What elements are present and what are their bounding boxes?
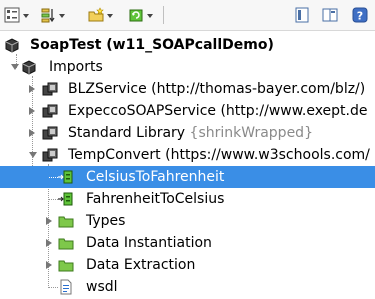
tree-row-data-instantiation[interactable]: Data Instantiation [0, 232, 375, 254]
chevron-down-icon [59, 14, 65, 18]
sort-icon [40, 7, 56, 23]
split-panel-button[interactable] [322, 6, 338, 24]
tree-label-action: FahrenheitToCelsius [86, 191, 225, 207]
tree-connector [49, 287, 58, 288]
tree-label-import: ExpeccoSOAPService (http://www.exept.de [68, 103, 368, 119]
tree-view-button[interactable] [4, 6, 29, 24]
refresh-package-button[interactable] [128, 6, 153, 24]
document-icon [58, 279, 74, 295]
split-panel-icon [322, 7, 338, 23]
package-icon [4, 37, 20, 53]
tree-label-import: BLZService (http://thomas-bayer.com/blz/… [68, 81, 366, 97]
library-package-icon [42, 81, 58, 97]
collapse-panel-icon [294, 7, 310, 23]
expand-toggle-icon[interactable] [29, 129, 35, 137]
collapse-panel-button[interactable] [294, 6, 310, 24]
tree-label-folder: Types [86, 213, 126, 229]
tree-row-imports[interactable]: Imports [0, 56, 375, 78]
folder-icon [58, 213, 74, 229]
chevron-down-icon [147, 14, 153, 18]
tree-row-wsdl[interactable]: wsdl [0, 276, 375, 298]
library-package-icon [42, 103, 58, 119]
tree-label-folder: Data Extraction [86, 257, 196, 273]
tree-row-import-blzservice[interactable]: BLZService (http://thomas-bayer.com/blz/… [0, 78, 375, 100]
tree-label-import: Standard Library {shrinkWrapped} [68, 125, 313, 141]
soap-action-icon [58, 191, 74, 207]
tree-connector [49, 177, 58, 178]
tree-row-import-expeccosoapservice[interactable]: ExpeccoSOAPService (http://www.exept.de [0, 100, 375, 122]
tree-label-file: wsdl [86, 279, 118, 295]
folder-new-button[interactable] [88, 6, 113, 24]
expand-toggle-icon[interactable] [11, 64, 19, 70]
tree-label-imports: Imports [49, 59, 103, 75]
folder-icon [58, 235, 74, 251]
tree-label-import: TempConvert (https://www.w3schools.com/ [68, 147, 370, 163]
tree-label-action: CelsiusToFahrenheit [86, 169, 225, 185]
toolbar-separator [163, 6, 164, 24]
sort-button[interactable] [40, 6, 65, 24]
toolbar: ? [0, 0, 375, 31]
soap-action-icon [58, 169, 74, 185]
library-package-icon [42, 147, 58, 163]
svg-text:?: ? [357, 10, 363, 23]
chevron-down-icon [23, 14, 29, 18]
expand-toggle-icon[interactable] [29, 85, 35, 93]
tree-row-types[interactable]: Types [0, 210, 375, 232]
expand-toggle-icon[interactable] [46, 261, 52, 269]
tree-row-celsius-to-fahrenheit[interactable]: CelsiusToFahrenheit [0, 166, 375, 188]
tree-row-import-standard-library[interactable]: Standard Library {shrinkWrapped} [0, 122, 375, 144]
tree-view-icon [4, 7, 20, 23]
shrinkwrapped-tag: {shrinkWrapped} [189, 125, 313, 141]
tree-row-root[interactable]: SoapTest (w11_SOAPcallDemo) [0, 34, 375, 56]
project-tree: SoapTest (w11_SOAPcallDemo) Imports BLZS… [0, 34, 375, 296]
tree-row-import-tempconvert[interactable]: TempConvert (https://www.w3schools.com/ [0, 144, 375, 166]
folder-new-icon [88, 7, 104, 23]
refresh-package-icon [128, 7, 144, 23]
help-icon: ? [352, 7, 368, 23]
tree-label-folder: Data Instantiation [86, 235, 212, 251]
chevron-down-icon [107, 14, 113, 18]
tree-label-root: SoapTest (w11_SOAPcallDemo) [30, 37, 274, 53]
imports-package-icon [21, 59, 37, 75]
folder-icon [58, 257, 74, 273]
expand-toggle-icon[interactable] [29, 107, 35, 115]
tree-row-fahrenheit-to-celsius[interactable]: FahrenheitToCelsius [0, 188, 375, 210]
expand-toggle-icon[interactable] [46, 217, 52, 225]
help-button[interactable]: ? [352, 6, 368, 24]
tree-row-data-extraction[interactable]: Data Extraction [0, 254, 375, 276]
library-package-icon [42, 125, 58, 141]
expand-toggle-icon[interactable] [29, 152, 37, 158]
expand-toggle-icon[interactable] [46, 239, 52, 247]
tree-connector [49, 199, 58, 200]
